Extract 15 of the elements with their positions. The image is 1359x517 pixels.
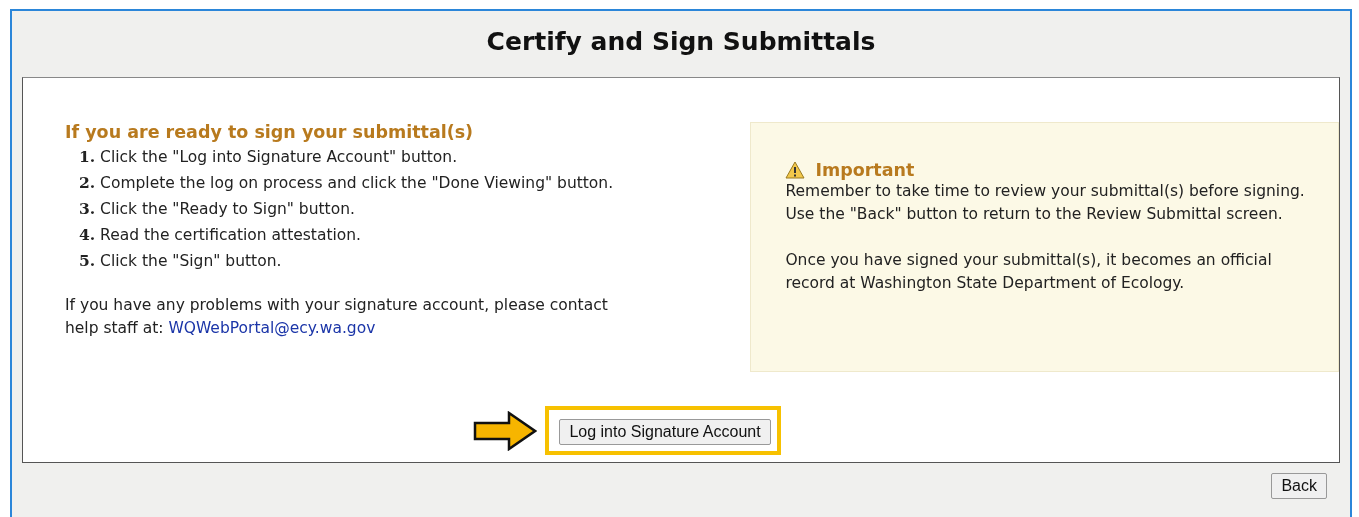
warning-icon bbox=[785, 161, 806, 179]
page-title: Certify and Sign Submittals bbox=[485, 26, 877, 58]
login-button[interactable]: Log into Signature Account bbox=[559, 419, 771, 445]
notice-paragraph: Once you have signed your submittal(s), it becomes an official record at Washington State Department of Ecology. bbox=[785, 250, 1273, 294]
notice-paragraph: Remember to take time to review your submittal(s) before signing. Use the "Back" button to return to the Review Submittal screen. bbox=[785, 181, 1306, 225]
back-button[interactable]: Back bbox=[1271, 473, 1327, 499]
instruction-step: 1. Click the "Log into Signature Account" button. bbox=[79, 144, 624, 170]
email-link[interactable]: WQWebPortal@ecy.wa.gov bbox=[168, 319, 376, 337]
notice-title: Important bbox=[815, 160, 915, 180]
instruction-step: 2. Complete the log on process and click the "Done Viewing" button. bbox=[79, 170, 624, 196]
help-text: If you have any problems with your signature account, please contact help staff at: WQWebPortal@ecy.wa.gov bbox=[65, 295, 609, 339]
instruction-step: 4. Read the certification attestation. bbox=[79, 222, 624, 248]
instruction-step: 5. Click the "Sign" button. bbox=[79, 248, 624, 274]
instruction-step: 3. Click the "Ready to Sign" button. bbox=[79, 196, 624, 222]
section-heading: If you are ready to sign your submittal(s) bbox=[65, 122, 475, 142]
